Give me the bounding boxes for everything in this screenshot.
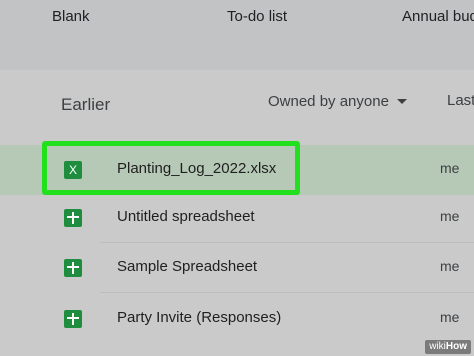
file-owner: me bbox=[440, 208, 460, 224]
sheets-icon bbox=[64, 209, 82, 227]
file-row-untitled-spreadsheet[interactable]: Untitled spreadsheet me bbox=[0, 193, 474, 243]
template-blank[interactable]: Blank bbox=[52, 8, 90, 25]
file-name: Party Invite (Responses) bbox=[117, 309, 282, 326]
section-title: Earlier bbox=[61, 95, 111, 114]
wikihow-watermark: wikiHow bbox=[425, 340, 471, 354]
template-todo-list[interactable]: To-do list bbox=[227, 8, 287, 25]
template-gallery: Blank To-do list Annual budg bbox=[0, 0, 474, 70]
row-divider bbox=[100, 292, 474, 293]
file-owner: me bbox=[440, 160, 460, 176]
file-name: Sample Spreadsheet bbox=[117, 258, 258, 275]
file-owner: me bbox=[440, 309, 460, 325]
template-annual-budget[interactable]: Annual budg bbox=[402, 8, 474, 25]
sheets-icon bbox=[64, 259, 82, 277]
file-row-party-invite[interactable]: Party Invite (Responses) me bbox=[0, 294, 474, 344]
sheets-icon bbox=[64, 310, 82, 328]
highlight-box bbox=[42, 141, 300, 195]
owner-filter-dropdown[interactable]: Owned by anyone bbox=[268, 91, 407, 111]
file-row-sample-spreadsheet[interactable]: Sample Spreadsheet me bbox=[0, 243, 474, 293]
caret-down-icon bbox=[396, 99, 407, 104]
last-opened-column[interactable]: Last bbox=[447, 92, 474, 109]
owner-filter-label: Owned by anyone bbox=[268, 92, 389, 110]
file-name: Untitled spreadsheet bbox=[117, 208, 255, 225]
file-owner: me bbox=[440, 258, 460, 274]
